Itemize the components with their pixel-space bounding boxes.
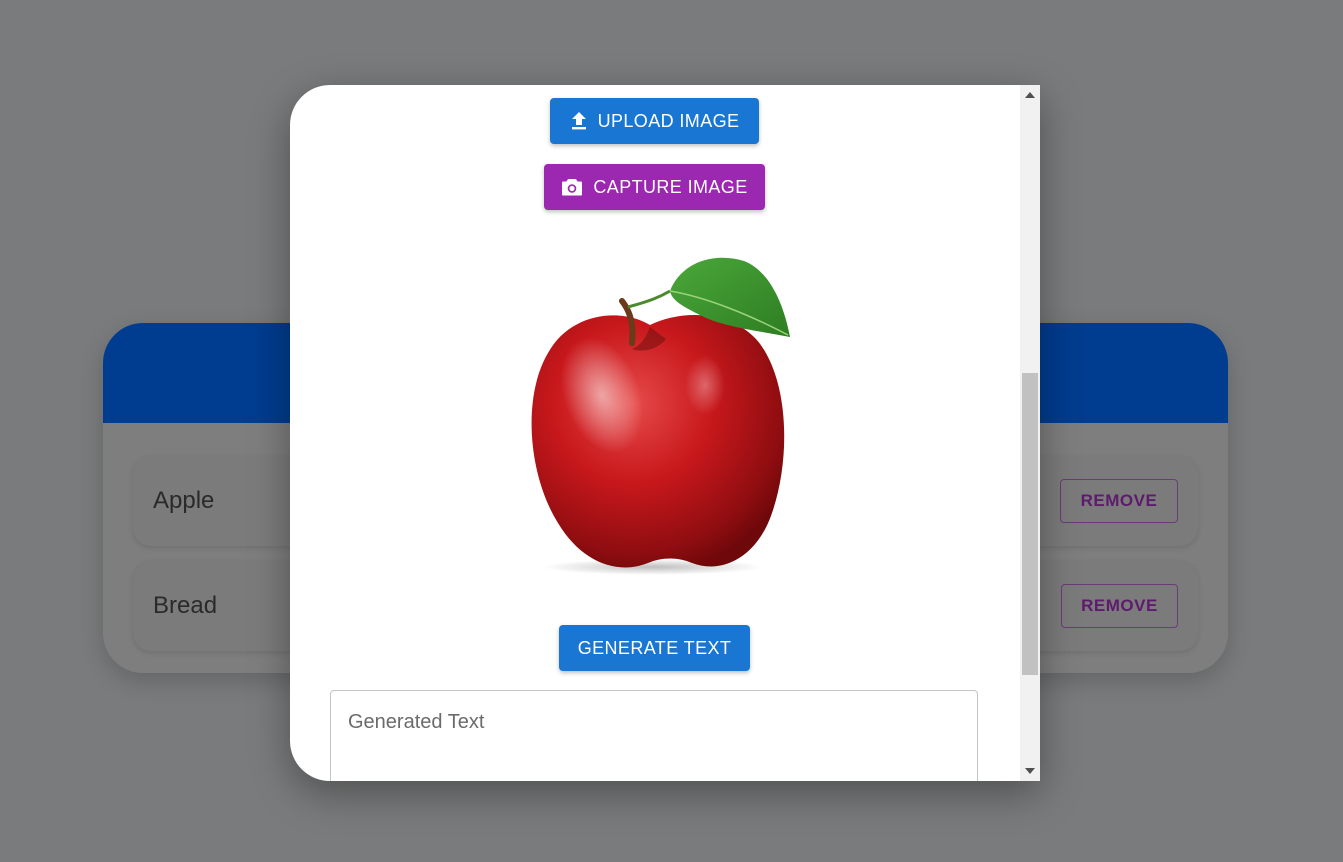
- capture-image-label: CAPTURE IMAGE: [593, 176, 748, 197]
- generate-text-button[interactable]: GENERATE TEXT: [559, 625, 750, 671]
- scroll-down-arrow-icon[interactable]: [1020, 761, 1040, 781]
- remove-button[interactable]: REMOVE: [1061, 584, 1178, 628]
- generated-text-input[interactable]: [331, 691, 977, 781]
- apple-image: [510, 245, 800, 580]
- remove-button[interactable]: REMOVE: [1060, 479, 1178, 523]
- capture-image-button[interactable]: CAPTURE IMAGE: [544, 164, 765, 210]
- upload-image-button[interactable]: UPLOAD IMAGE: [550, 98, 759, 144]
- item-label: Bread: [153, 592, 218, 619]
- scroll-up-arrow-icon[interactable]: [1020, 85, 1040, 105]
- dialog-scrollbar[interactable]: [1020, 85, 1040, 781]
- dialog-content: UPLOAD IMAGE CAPTURE IMAGE GENERATE TEXT…: [290, 85, 1020, 781]
- image-dialog: UPLOAD IMAGE CAPTURE IMAGE GENERATE TEXT…: [290, 85, 1040, 781]
- scrollbar-thumb[interactable]: [1022, 373, 1038, 675]
- item-label: Apple: [153, 487, 215, 514]
- upload-icon: [570, 111, 588, 131]
- generated-text-field[interactable]: [330, 690, 978, 781]
- camera-icon: [561, 177, 583, 197]
- upload-image-label: UPLOAD IMAGE: [597, 110, 740, 131]
